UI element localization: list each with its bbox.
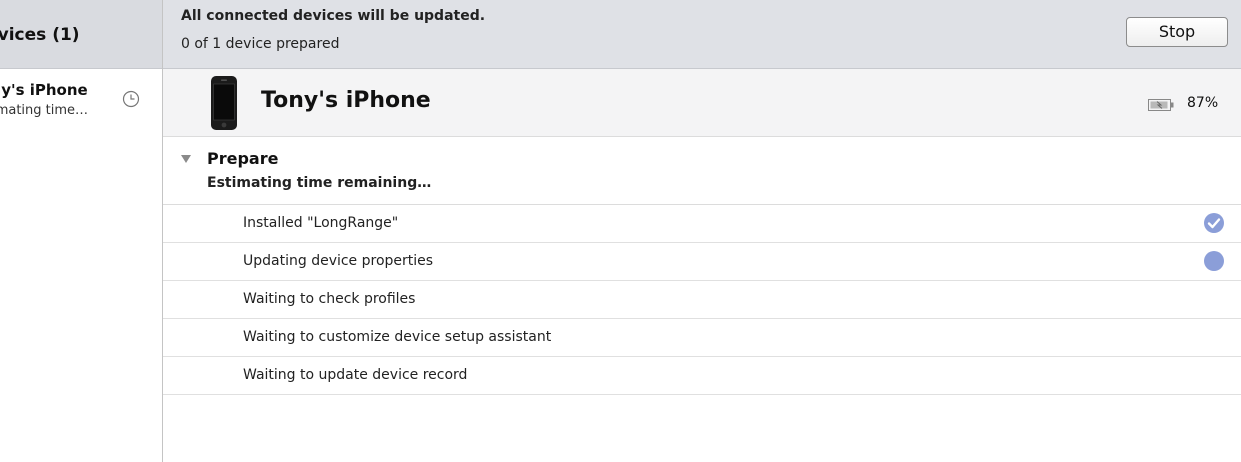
task-row: Installed "LongRange" (163, 205, 1241, 243)
iphone-icon (211, 76, 237, 130)
main-panel: All connected devices will be updated. 0… (163, 0, 1241, 462)
clock-icon (122, 90, 140, 108)
device-header: Tony's iPhone 87% (163, 69, 1241, 137)
task-list: Installed "LongRange" Updating device pr… (163, 205, 1241, 395)
task-label: Waiting to update device record (243, 367, 468, 383)
progress-dot-icon (1204, 251, 1224, 271)
banner-progress-text: 0 of 1 device prepared (181, 36, 340, 52)
sidebar-header: Devices (1) (0, 0, 162, 69)
prepare-section[interactable]: Prepare Estimating time remaining… (163, 137, 1241, 205)
task-row: Waiting to update device record (163, 357, 1241, 395)
task-label: Updating device properties (243, 253, 434, 269)
battery-percent: 87% (1187, 95, 1219, 111)
device-name: Tony's iPhone (261, 88, 431, 113)
banner-message: All connected devices will be updated. (181, 8, 486, 24)
section-title: Prepare (207, 149, 279, 168)
task-label: Waiting to check profiles (243, 291, 416, 307)
task-row: Waiting to customize device setup assist… (163, 319, 1241, 357)
checkmark-circle-icon (1204, 213, 1224, 233)
stop-button[interactable]: Stop (1126, 17, 1228, 47)
task-label: Waiting to customize device setup assist… (243, 329, 552, 345)
task-row: Updating device properties (163, 243, 1241, 281)
sidebar: Devices (1) Tony's iPhone Estimating tim… (0, 0, 162, 462)
sidebar-item-device[interactable]: Tony's iPhone Estimating time… (0, 69, 162, 133)
update-banner: All connected devices will be updated. 0… (163, 0, 1241, 69)
battery-icon (1148, 99, 1174, 111)
section-subtitle: Estimating time remaining… (207, 175, 432, 191)
sidebar-title: Devices (1) (0, 25, 80, 45)
sidebar-item-status: Estimating time… (0, 103, 89, 118)
disclosure-triangle-icon[interactable] (180, 154, 192, 164)
task-label: Installed "LongRange" (243, 215, 399, 231)
task-row: Waiting to check profiles (163, 281, 1241, 319)
sidebar-item-name: Tony's iPhone (0, 81, 88, 99)
